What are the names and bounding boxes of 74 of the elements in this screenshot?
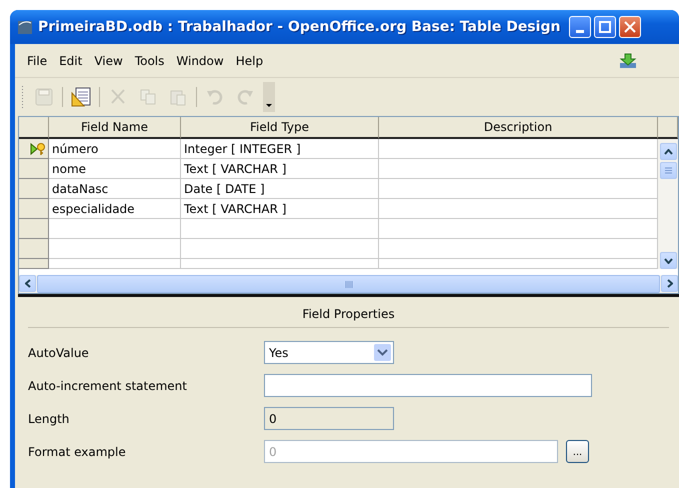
menu-item[interactable]: Tools (128, 54, 170, 68)
table-cell[interactable] (181, 239, 379, 259)
column-header[interactable]: Field Type (181, 117, 379, 139)
overflow-icon[interactable] (263, 82, 275, 112)
table-cell[interactable] (379, 199, 658, 219)
row-selector[interactable] (19, 239, 49, 259)
input-field[interactable]: 0 (264, 407, 394, 430)
row-selector[interactable] (19, 219, 49, 239)
table-cell[interactable] (49, 219, 181, 239)
table-cell[interactable] (379, 139, 658, 159)
table-cell[interactable]: Text [ VARCHAR ] (181, 159, 379, 179)
table-cell[interactable]: número (49, 139, 181, 159)
input-field[interactable] (264, 374, 592, 397)
dropdown[interactable]: Yes (264, 341, 394, 364)
table-cell[interactable] (379, 259, 658, 269)
scroll-up-button[interactable] (660, 143, 676, 160)
table-cell[interactable] (379, 159, 658, 179)
menu-item[interactable]: Edit (53, 54, 88, 68)
undo-icon (206, 88, 224, 106)
design-icon (71, 87, 91, 107)
table-cell[interactable]: especialidade (49, 199, 181, 219)
scroll-down-button[interactable] (660, 252, 676, 269)
design-button[interactable] (69, 85, 93, 109)
minimize-button[interactable] (569, 16, 592, 38)
download-icon[interactable] (619, 52, 637, 68)
column-header[interactable]: Field Name (49, 117, 181, 139)
app-icon (17, 19, 33, 35)
table-cell[interactable] (379, 219, 658, 239)
menu-item[interactable]: Window (170, 54, 230, 68)
minimize-icon (576, 30, 584, 32)
table-cell[interactable]: Integer [ INTEGER ] (181, 139, 379, 159)
table-cell[interactable] (49, 239, 181, 259)
grip-icon (344, 280, 352, 288)
key-icon (30, 142, 46, 156)
window-title: PrimeiraBD.odb : Trabalhador - OpenOffice.org Base: Table Design (38, 19, 560, 35)
table-cell[interactable] (49, 259, 181, 269)
redo-icon (236, 88, 254, 106)
maximize-button[interactable] (594, 16, 616, 38)
scroll-left-button[interactable] (19, 275, 36, 292)
table-cell[interactable]: dataNasc (49, 179, 181, 199)
vertical-scrollbar[interactable] (658, 139, 678, 269)
row-selector[interactable] (19, 139, 49, 159)
row-selector[interactable] (19, 199, 49, 219)
table-cell[interactable] (379, 179, 658, 199)
table-cell[interactable]: nome (49, 159, 181, 179)
toolbar-grip-icon[interactable] (21, 85, 24, 109)
maximize-icon (599, 21, 612, 33)
grip-icon (664, 167, 672, 174)
table-cell[interactable] (181, 219, 379, 239)
scroll-right-button[interactable] (661, 275, 678, 292)
field-label: Format example (28, 444, 127, 458)
table-cell[interactable]: Text [ VARCHAR ] (181, 199, 379, 219)
row-selector[interactable] (19, 259, 49, 269)
column-header[interactable]: Description (379, 117, 658, 139)
paste-icon (169, 88, 187, 106)
menu-item[interactable]: File (21, 54, 54, 68)
row-selector[interactable] (19, 159, 49, 179)
scroll-thumb[interactable] (660, 162, 676, 179)
menu-item[interactable]: Help (230, 54, 270, 68)
row-selector[interactable] (19, 179, 49, 199)
section-title: Field Properties (28, 297, 669, 328)
save-icon (35, 88, 53, 106)
close-button[interactable] (619, 16, 642, 38)
field-label: AutoValue (28, 346, 90, 360)
field-label: Length (28, 412, 70, 426)
table-cell[interactable] (181, 259, 379, 269)
scissors-icon (109, 88, 127, 106)
row-header-corner (19, 117, 49, 139)
table-cell[interactable]: Date [ DATE ] (181, 179, 379, 199)
menu-item[interactable]: View (88, 54, 129, 68)
copy-icon (139, 88, 157, 106)
table-cell[interactable] (379, 239, 658, 259)
field-label: Auto-increment statement (28, 378, 188, 392)
close-icon (624, 21, 636, 33)
